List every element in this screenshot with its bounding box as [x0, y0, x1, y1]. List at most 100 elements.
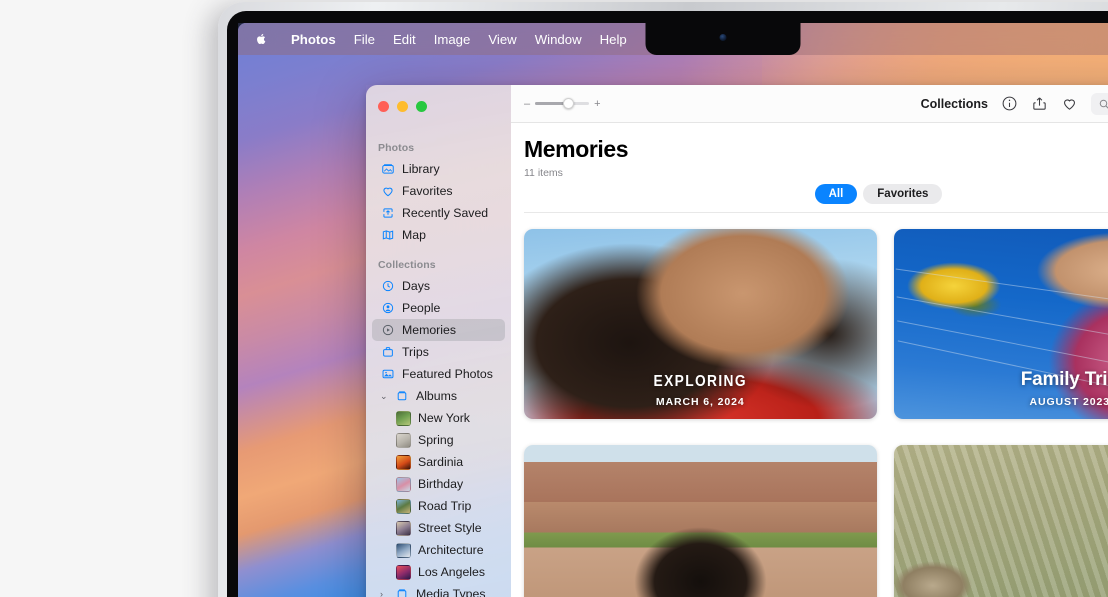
zoom-slider-control[interactable]: – + [524, 97, 601, 111]
filter-all-button[interactable]: All [815, 184, 858, 204]
sidebar-item-label: Days [402, 279, 430, 293]
menu-item-window[interactable]: Window [526, 30, 591, 49]
sidebar-section-collections-header: Collections [366, 246, 511, 275]
menu-item-view[interactable]: View [479, 30, 525, 49]
memories-grid: EXPLORING MARCH 6, 2024 [511, 213, 1108, 597]
zoom-in-label[interactable]: + [594, 98, 600, 110]
minimize-button[interactable] [397, 101, 408, 112]
sidebar-album-spring[interactable]: Spring [372, 429, 505, 451]
content-area: – + Collections [511, 85, 1108, 597]
memory-card-title: EXPLORING [549, 373, 852, 391]
sidebar-item-label: Birthday [418, 477, 463, 491]
sidebar-item-memories[interactable]: Memories [372, 319, 505, 341]
sidebar-item-label: Recently Saved [402, 206, 488, 220]
album-thumbnail [396, 433, 411, 448]
sidebar-item-trips[interactable]: Trips [372, 341, 505, 363]
screenshot-root: Photos File Edit Image View Window Help [0, 0, 1108, 597]
sidebar-group-media-types[interactable]: › Media Types [372, 583, 505, 597]
search-icon [1098, 98, 1108, 110]
share-icon[interactable] [1031, 95, 1048, 112]
camera-icon [720, 34, 727, 41]
laptop-device: Photos File Edit Image View Window Help [218, 2, 1108, 597]
menu-item-help[interactable]: Help [591, 30, 636, 49]
filter-favorites-button[interactable]: Favorites [863, 184, 942, 204]
sidebar-album-sardinia[interactable]: Sardinia [372, 451, 505, 473]
favorite-heart-icon[interactable] [1061, 95, 1078, 112]
sidebar-item-label: Trips [402, 345, 429, 359]
chevron-down-icon[interactable]: ⌄ [380, 391, 389, 402]
sidebar-item-label: People [402, 301, 440, 315]
header-divider [524, 212, 1108, 213]
memory-card-overlay: EXPLORING MARCH 6, 2024 [524, 373, 877, 408]
zoom-button[interactable] [416, 101, 427, 112]
sidebar-group-label: Albums [416, 389, 457, 403]
sidebar-album-los-angeles[interactable]: Los Angeles [372, 561, 505, 583]
sidebar-item-library[interactable]: Library [372, 158, 505, 180]
sidebar-item-label: Favorites [402, 184, 453, 198]
toolbar-right: Collections [921, 93, 1108, 115]
chevron-right-icon[interactable]: › [380, 589, 389, 597]
memory-card-overlay: Family Trip AUGUST 2023 [894, 370, 1108, 408]
menu-item-photos[interactable]: Photos [282, 30, 345, 49]
menu-item-edit[interactable]: Edit [384, 30, 425, 49]
suitcase-icon [380, 345, 395, 360]
sidebar-album-architecture[interactable]: Architecture [372, 539, 505, 561]
sidebar-item-days[interactable]: Days [372, 275, 505, 297]
sidebar-item-label: Sardinia [418, 455, 463, 469]
sidebar-item-label: Architecture [418, 543, 484, 557]
memory-photo [524, 445, 877, 597]
sidebar-item-map[interactable]: Map [372, 224, 505, 246]
album-thumbnail [396, 521, 411, 536]
sidebar-item-label: Road Trip [418, 499, 471, 513]
sidebar-album-new-york[interactable]: New York [372, 407, 505, 429]
zoom-slider[interactable] [535, 97, 589, 111]
apple-logo-icon[interactable] [254, 32, 268, 46]
sidebar-album-road-trip[interactable]: Road Trip [372, 495, 505, 517]
sidebar-item-label: Library [402, 162, 440, 176]
memory-photo [894, 445, 1108, 597]
memories-icon [380, 323, 395, 338]
memory-card-exploring[interactable]: EXPLORING MARCH 6, 2024 [524, 229, 877, 419]
menu-item-file[interactable]: File [345, 30, 384, 49]
window-controls[interactable] [366, 94, 511, 124]
album-thumbnail [396, 543, 411, 558]
map-icon [380, 228, 395, 243]
memory-card-beach-days[interactable]: Beach Days OVER THE YEARS [894, 445, 1108, 597]
display-bezel: Photos File Edit Image View Window Help [227, 11, 1108, 597]
info-icon[interactable] [1001, 95, 1018, 112]
memory-card-india[interactable]: INDIA DECEMBER 2023 [524, 445, 877, 597]
sidebar-item-label: New York [418, 411, 470, 425]
sidebar-group-albums[interactable]: ⌄ Albums [372, 385, 505, 407]
toolbar: – + Collections [511, 85, 1108, 123]
sidebar-album-birthday[interactable]: Birthday [372, 473, 505, 495]
sidebar-item-favorites[interactable]: Favorites [372, 180, 505, 202]
search-field[interactable]: Search [1091, 93, 1108, 115]
album-thumbnail [396, 565, 411, 580]
sidebar-item-people[interactable]: People [372, 297, 505, 319]
memory-card-family-trip[interactable]: Family Trip AUGUST 2023 [894, 229, 1108, 419]
person-icon [380, 301, 395, 316]
sidebar-item-label: Street Style [418, 521, 482, 535]
album-thumbnail [396, 455, 411, 470]
close-button[interactable] [378, 101, 389, 112]
sidebar-item-label: Memories [402, 323, 456, 337]
sidebar-list: Photos Library [366, 124, 511, 597]
item-count: 11 items [524, 167, 1108, 179]
sidebar-group-label: Media Types [416, 587, 486, 597]
zoom-out-label[interactable]: – [524, 98, 530, 110]
sidebar-item-label: Map [402, 228, 426, 242]
sidebar-item-recently-saved[interactable]: Recently Saved [372, 202, 505, 224]
sidebar-item-label: Featured Photos [402, 367, 493, 381]
display-notch [646, 23, 801, 55]
albums-icon [394, 389, 409, 404]
slider-knob[interactable] [563, 98, 574, 109]
sidebar-album-street-style[interactable]: Street Style [372, 517, 505, 539]
power-line [895, 269, 1108, 319]
view-title: Collections [921, 97, 988, 111]
heart-icon [380, 184, 395, 199]
sidebar-item-featured-photos[interactable]: Featured Photos [372, 363, 505, 385]
memory-card-subtitle: AUGUST 2023 [894, 396, 1108, 408]
memory-card-subtitle: MARCH 6, 2024 [524, 396, 877, 408]
memory-card-title: Family Trip [894, 370, 1108, 391]
menu-item-image[interactable]: Image [425, 30, 480, 49]
